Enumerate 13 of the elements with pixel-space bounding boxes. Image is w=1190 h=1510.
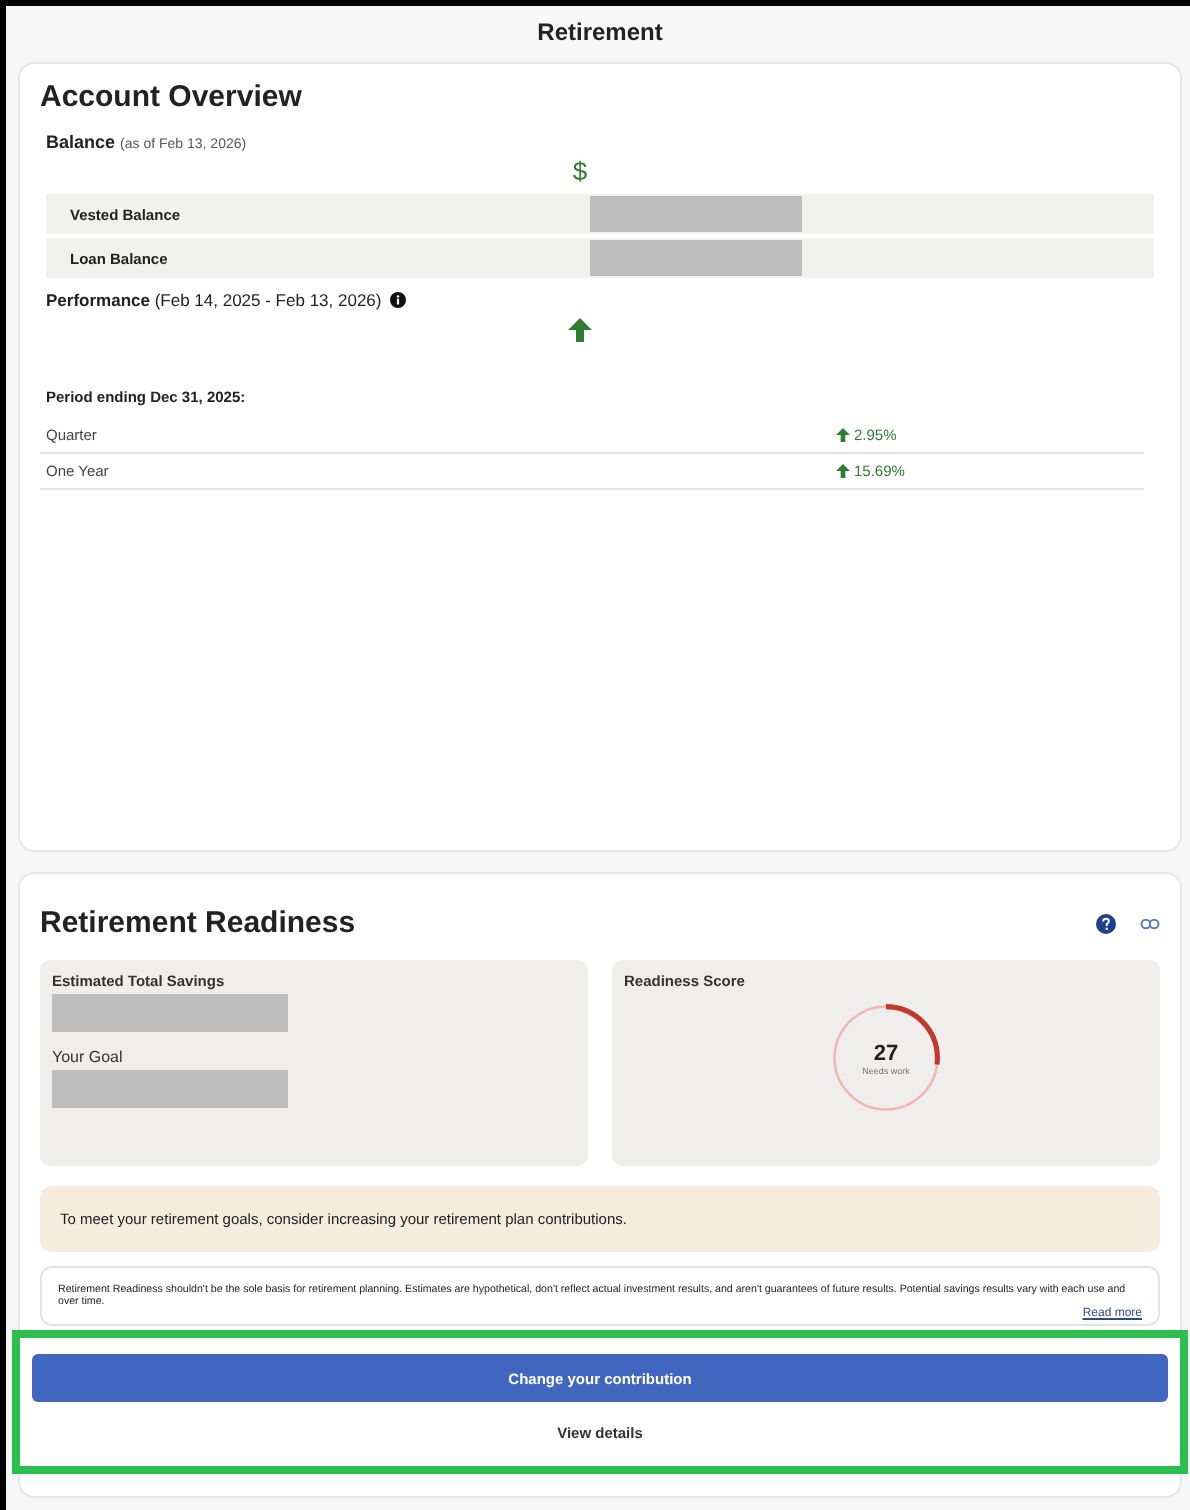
window-title: Retirement: [535, 16, 665, 50]
up-arrow-icon: [836, 464, 850, 478]
up-arrow-icon: [568, 318, 592, 342]
info-icon[interactable]: [389, 292, 406, 308]
goal-label: Your Goal: [52, 1048, 125, 1066]
performance-label: Performance (Feb 14, 2025 - Feb 13, 2026): [46, 290, 382, 310]
section-title: Retirement Readiness: [40, 906, 356, 940]
score-value: 27: [873, 1041, 899, 1065]
help-icon[interactable]: [1096, 913, 1116, 933]
currency-symbol: $: [572, 156, 588, 186]
glasses-icon[interactable]: [1140, 913, 1160, 933]
up-arrow-icon: [836, 428, 850, 442]
section-title: Account Overview: [40, 80, 304, 114]
